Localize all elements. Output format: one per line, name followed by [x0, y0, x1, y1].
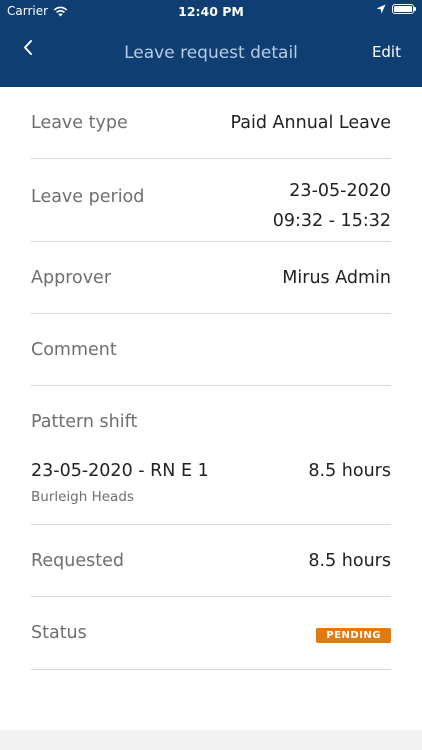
status-label: Status: [31, 623, 87, 643]
pattern-shift-label: Pattern shift: [31, 412, 138, 432]
shift-location: Burleigh Heads: [31, 489, 134, 505]
leave-period-date: 23-05-2020: [289, 181, 391, 201]
approver-label: Approver: [31, 268, 112, 288]
leave-period-label: Leave period: [31, 187, 145, 207]
edit-button[interactable]: Edit: [372, 43, 401, 61]
page-title: Leave request detail: [124, 43, 298, 63]
shift-hours: 8.5 hours: [308, 461, 391, 481]
location-arrow-icon: [376, 4, 386, 14]
leave-period-row: Leave period 23-05-2020 09:32 - 15:32: [31, 159, 391, 242]
requested-row: Requested 8.5 hours: [31, 525, 391, 597]
navigation-header: Carrier 12:40 PM Leave request detail Ed…: [0, 0, 422, 87]
comment-row: Comment: [31, 314, 391, 386]
leave-period-time: 09:32 - 15:32: [272, 211, 391, 231]
status-badge: PENDING: [316, 628, 391, 643]
bottom-bar: [0, 730, 422, 750]
approver-value: Mirus Admin: [282, 268, 391, 288]
leave-type-value: Paid Annual Leave: [230, 113, 391, 133]
detail-list: Leave type Paid Annual Leave Leave perio…: [31, 87, 391, 670]
status-row: Status PENDING: [31, 597, 391, 670]
leave-type-label: Leave type: [31, 113, 128, 133]
leave-type-row: Leave type Paid Annual Leave: [31, 87, 391, 159]
battery-icon: [392, 4, 416, 14]
approver-row: Approver Mirus Admin: [31, 242, 391, 314]
pattern-shift-row: Pattern shift 23-05-2020 - RN E 1 Burlei…: [31, 386, 391, 525]
requested-value: 8.5 hours: [308, 551, 391, 571]
requested-label: Requested: [31, 551, 124, 571]
clock: 12:40 PM: [178, 4, 244, 19]
status-bar: Carrier 12:40 PM: [0, 0, 422, 22]
comment-label: Comment: [31, 340, 117, 360]
shift-name: 23-05-2020 - RN E 1: [31, 461, 209, 481]
